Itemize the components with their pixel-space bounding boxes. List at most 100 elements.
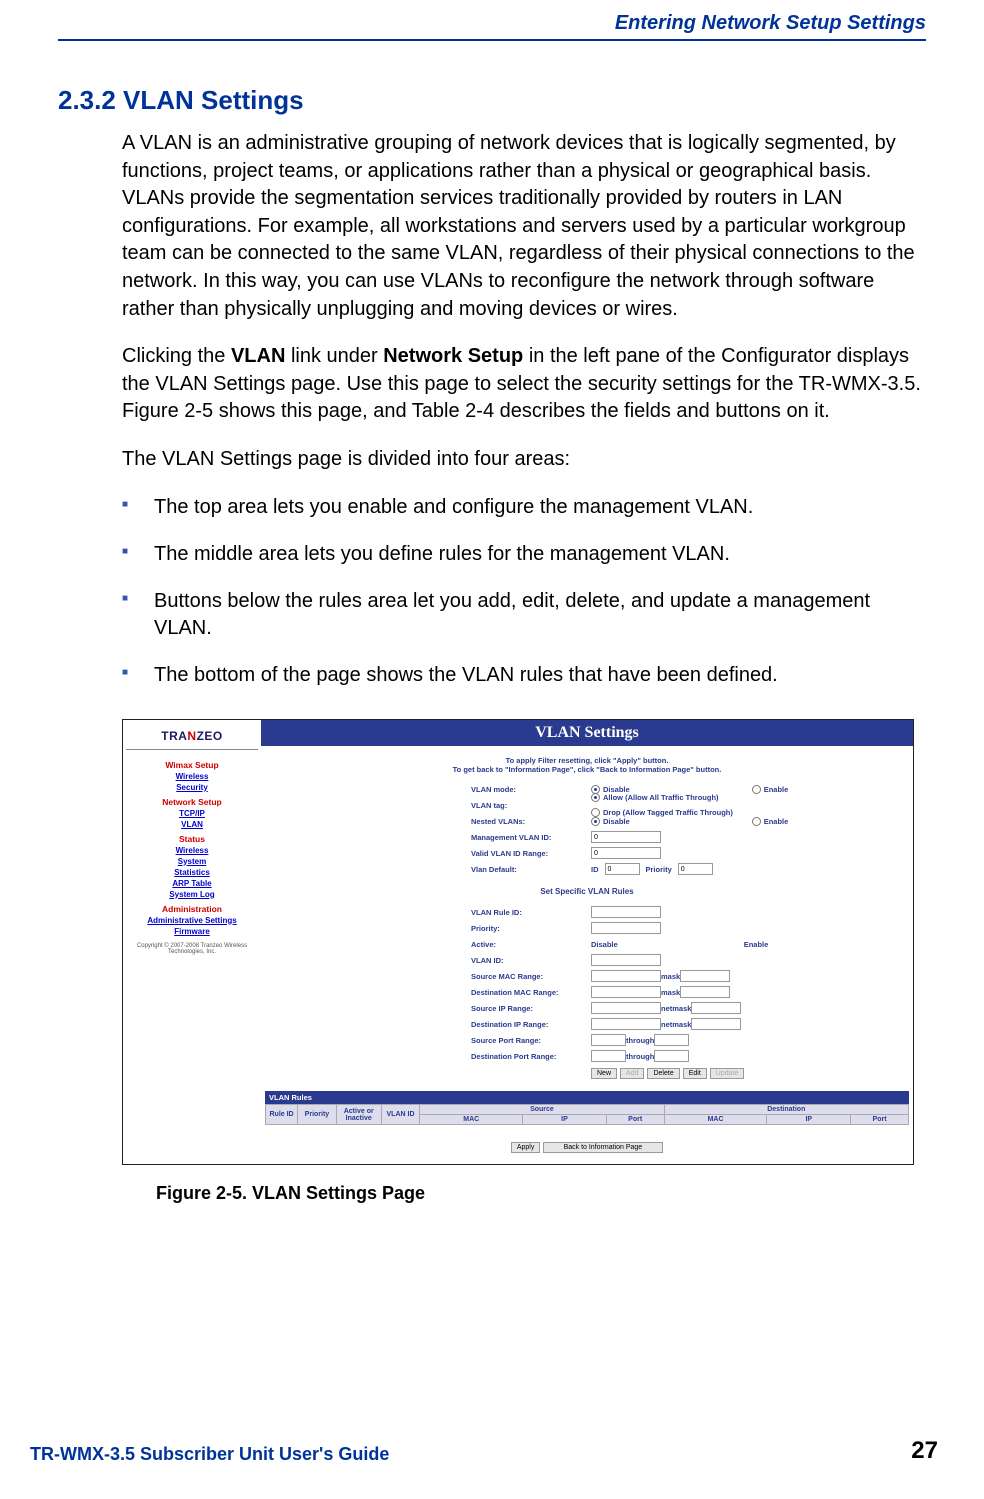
input-dst-ip[interactable] [591,1018,661,1030]
nav-cat-network: Network Setup [162,797,222,807]
notice: To apply Filter resetting, click "Apply"… [261,750,913,780]
nav-wireless[interactable]: Wireless [176,772,209,781]
input-default-prio[interactable]: 0 [678,863,713,875]
vlan-rules-header: VLAN Rules [265,1091,909,1104]
label-src-mac: Source MAC Range: [471,972,591,981]
nav-arp[interactable]: ARP Table [172,879,211,888]
input-valid-range[interactable]: 0 [591,847,661,859]
th-src-port: Port [606,1115,664,1125]
radio-nested-disable-label: Disable [603,817,630,826]
label-priority: Priority: [471,924,591,933]
edit-button[interactable]: Edit [683,1068,707,1079]
nav-cat-status: Status [179,834,205,844]
nav-firmware[interactable]: Firmware [174,927,210,936]
sidebar: TRANZEO Wimax Setup Wireless Security Ne… [123,720,261,1164]
radio-nested-disable[interactable]: Disable [591,817,630,826]
input-src-port-to[interactable] [654,1034,689,1046]
th-src-ip: IP [523,1115,607,1125]
new-button[interactable]: New [591,1068,617,1079]
copyright: Copyright © 2007-2008 Tranzeo Wireless T… [126,943,258,956]
label-nested: Nested VLANs: [471,817,591,826]
paragraph-2: Clicking the VLAN link under Network Set… [122,343,926,426]
input-default-id[interactable]: 0 [605,863,640,875]
label-vlan-id: VLAN ID: [471,956,591,965]
radio-nested-enable[interactable]: Enable [752,817,789,826]
nav-security[interactable]: Security [176,783,208,792]
input-dst-ip-netmask[interactable] [691,1018,741,1030]
section-heading: 2.3.2 VLAN Settings [58,85,926,116]
radio-tag-allow[interactable]: Allow (Allow All Traffic Through) [591,793,719,802]
input-vlan-id[interactable] [591,954,661,966]
nav-tcpip[interactable]: TCP/IP [179,809,205,818]
figure-wrapper: TRANZEO Wimax Setup Wireless Security Ne… [122,719,926,1204]
th-vlan-id: VLAN ID [381,1105,420,1125]
logo-suffix: ZEO [197,729,223,743]
screenshot: TRANZEO Wimax Setup Wireless Security Ne… [122,719,914,1165]
input-rule-id[interactable] [591,906,661,918]
nav-cat-wimax: Wimax Setup [165,760,218,770]
paragraph-3: The VLAN Settings page is divided into f… [122,446,926,474]
input-dst-port-to[interactable] [654,1050,689,1062]
add-button[interactable]: Add [620,1068,644,1079]
input-dst-mac[interactable] [591,986,661,998]
input-src-mac-mask[interactable] [680,970,730,982]
figure-caption: Figure 2-5. VLAN Settings Page [156,1183,926,1204]
rule-buttons: New Add Delete Edit Update [591,1068,905,1079]
nav-statistics[interactable]: Statistics [174,868,210,877]
label-rule-id: VLAN Rule ID: [471,908,591,917]
page-number: 27 [911,1437,938,1465]
input-src-mac[interactable] [591,970,661,982]
nav-vlan[interactable]: VLAN [181,820,203,829]
apply-button[interactable]: Apply [511,1142,541,1153]
logo-prefix: TRA [161,729,187,743]
label-dst-port: Destination Port Range: [471,1052,591,1061]
label-active: Active: [471,940,591,949]
label-vlan-tag: VLAN tag: [471,801,591,810]
input-dst-mac-mask[interactable] [680,986,730,998]
p2-a: Clicking the [122,345,231,367]
input-src-ip[interactable] [591,1002,661,1014]
notice-line2: To get back to "Information Page", click… [453,765,722,774]
page-title: VLAN Settings [261,720,913,750]
logo: TRANZEO [126,724,258,750]
input-mgmt-id[interactable]: 0 [591,831,661,843]
bullet-4: The bottom of the page shows the VLAN ru… [122,662,926,689]
active-enable: Enable [744,940,769,949]
src-mac-mask-label: mask [661,972,680,981]
nav-adminset[interactable]: Administrative Settings [147,916,236,925]
delete-button[interactable]: Delete [647,1068,679,1079]
th-dst-port: Port [851,1115,909,1125]
input-src-ip-netmask[interactable] [691,1002,741,1014]
active-disable: Disable [591,940,618,949]
back-button[interactable]: Back to Information Page [543,1142,664,1153]
p2-b: link under [285,345,383,367]
th-dst-ip: IP [767,1115,851,1125]
radio-tag-allow-label: Allow (Allow All Traffic Through) [603,793,719,802]
nav-system[interactable]: System [178,857,206,866]
input-dst-port-from[interactable] [591,1050,626,1062]
bottom-buttons: Apply Back to Information Page [265,1142,909,1151]
src-port-through-label: through [626,1036,654,1045]
subheading-rules: Set Specific VLAN Rules [261,881,913,904]
bullet-2: The middle area lets you define rules fo… [122,541,926,568]
dst-mac-mask-label: mask [661,988,680,997]
input-priority[interactable] [591,922,661,934]
label-vlan-mode: VLAN mode: [471,785,591,794]
rules-section: VLAN Rules Rule ID Priority Active or In… [261,1087,913,1154]
input-src-port-from[interactable] [591,1034,626,1046]
main-panel: VLAN Settings To apply Filter resetting,… [261,720,913,1164]
bullet-3: Buttons below the rules area let you add… [122,588,926,642]
nav-wireless2[interactable]: Wireless [176,846,209,855]
th-priority: Priority [298,1105,337,1125]
label-vlan-default: Vlan Default: [471,865,591,874]
logo-n: N [187,729,196,743]
form-area: VLAN mode: Disable Enable VLAN tag: Allo… [261,779,913,881]
src-ip-netmask-label: netmask [661,1004,691,1013]
nav-syslog[interactable]: System Log [169,890,214,899]
bullet-1: The top area lets you enable and configu… [122,494,926,521]
dst-ip-netmask-label: netmask [661,1020,691,1029]
label-src-port: Source Port Range: [471,1036,591,1045]
chapter-header: Entering Network Setup Settings [58,12,926,41]
update-button[interactable]: Update [710,1068,745,1079]
notice-line1: To apply Filter resetting, click "Apply"… [506,756,669,765]
